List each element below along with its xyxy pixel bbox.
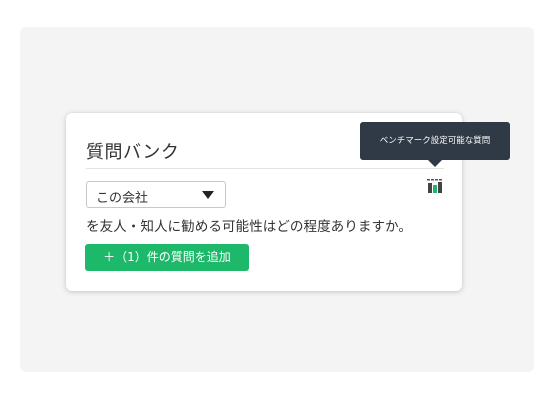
benchmark-icon[interactable] <box>427 179 443 193</box>
tooltip-arrow <box>428 160 442 167</box>
caret-down-icon <box>202 191 214 199</box>
card-divider <box>86 168 444 169</box>
benchmark-tooltip: ベンチマーク設定可能な質問 <box>360 122 510 160</box>
question-target-select[interactable]: この会社 <box>86 181 226 208</box>
select-value: この会社 <box>96 191 149 206</box>
card-title: 質問バンク <box>86 142 180 163</box>
question-text: を友人・知人に勧める可能性はどの程度ありますか。 <box>86 219 412 235</box>
add-question-button[interactable]: ＋（1）件の質問を追加 <box>85 244 249 271</box>
